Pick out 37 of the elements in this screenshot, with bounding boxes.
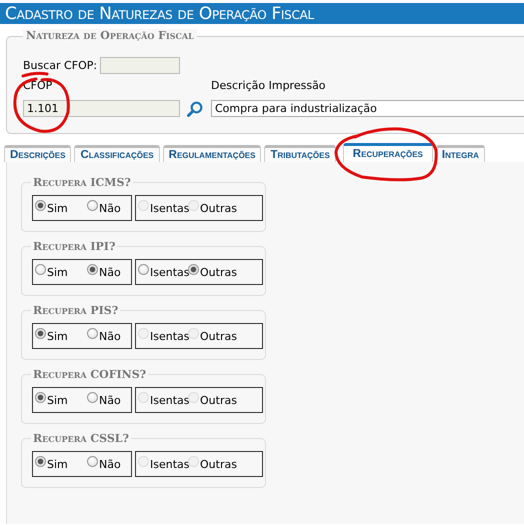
window-title: Cadastro de Naturezas de Operação Fiscal	[5, 4, 314, 24]
tab[interactable]: Recuperações	[342, 143, 433, 162]
radio-label: Não	[99, 458, 121, 470]
tab[interactable]: Descrições	[4, 145, 72, 162]
radio-label: Não	[99, 394, 121, 406]
radio-label: Outras	[200, 330, 237, 342]
tab[interactable]: Integra	[436, 145, 485, 162]
radio-label: Sim	[47, 458, 68, 470]
radio-label: Sim	[47, 330, 68, 342]
group-title: Recupera CSSL?	[31, 432, 131, 445]
radio-label: Outras	[200, 394, 237, 406]
radio-label: Isentas	[150, 202, 190, 214]
description-field[interactable]: Compra para industrialização	[211, 100, 524, 117]
tab[interactable]: Classificações	[74, 145, 160, 162]
tab[interactable]: Regulamentações	[162, 145, 262, 162]
radio-label: Sim	[47, 266, 68, 278]
search-label: Buscar CFOP:	[23, 60, 98, 72]
radio-label: Isentas	[150, 394, 190, 406]
tab[interactable]: Tributações	[264, 145, 336, 162]
radio-label: Outras	[200, 458, 237, 470]
group-title: Recupera COFINS?	[31, 368, 148, 381]
radio-label: Isentas	[150, 458, 190, 470]
radio-label: Isentas	[150, 330, 190, 342]
radio-label: Outras	[200, 202, 237, 214]
group-title: Recupera ICMS?	[31, 176, 133, 189]
group-title: Recupera IPI?	[31, 240, 118, 253]
radio-label: Não	[99, 202, 121, 214]
radio-label: Sim	[47, 394, 68, 406]
radio-label: Não	[99, 266, 121, 278]
group-title: Recupera PIS?	[31, 304, 120, 317]
cfop-field[interactable]: 1.101	[23, 100, 180, 117]
radio-label: Não	[99, 330, 121, 342]
fieldset-legend: Natureza de Operação Fiscal	[23, 29, 197, 42]
description-label: Descrição Impressão	[211, 80, 327, 92]
radio-label: Isentas	[150, 266, 190, 278]
radio-label: Outras	[200, 266, 237, 278]
radio-label: Sim	[47, 202, 68, 214]
